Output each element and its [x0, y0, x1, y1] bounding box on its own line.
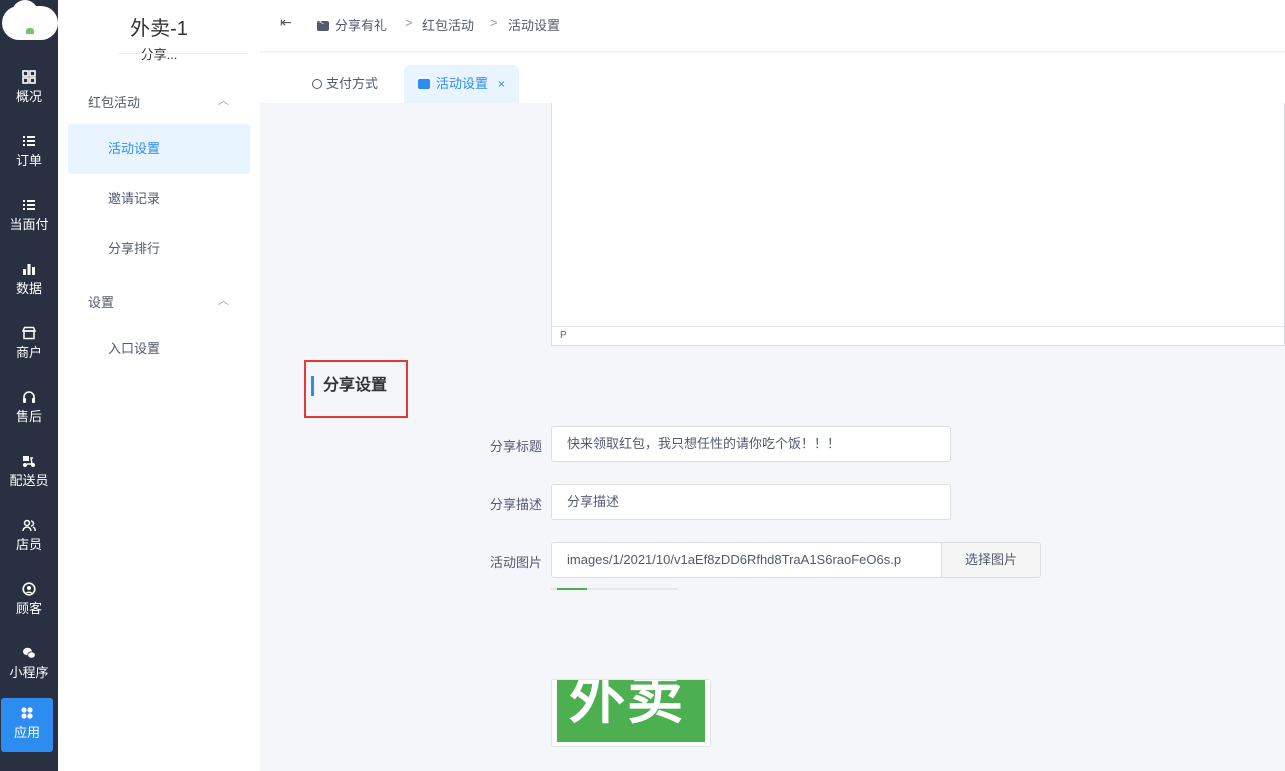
secondary-sidebar: 外卖-1 分享... 红包活动 ︿ 活动设置 邀请记录 分享排行 设置 ︿ 入口…	[58, 0, 260, 771]
sidebar-item-activity-settings[interactable]: 活动设置	[68, 124, 250, 174]
breadcrumb-label: 分享有礼	[335, 18, 388, 33]
tab-payment-method[interactable]: 支付方式	[298, 65, 392, 103]
breadcrumb-item-red-packet[interactable]: 红包活动	[422, 15, 474, 34]
preview-image: 外卖	[557, 680, 705, 742]
store-icon	[22, 326, 36, 340]
list-icon	[23, 136, 35, 146]
activity-image-preview[interactable]: 外卖	[551, 679, 711, 747]
preview-image-text: 外卖	[569, 680, 685, 730]
share-icon	[317, 17, 329, 31]
sidebar-item-share-ranking[interactable]: 分享排行	[68, 224, 250, 274]
close-icon[interactable]: ×	[498, 77, 505, 91]
page-tabs-bar: 支付方式 活动设置 ×	[260, 53, 1285, 103]
bar-chart-icon	[23, 264, 35, 275]
rail-item-label: 应用	[13, 725, 40, 740]
share-title-label: 分享标题	[489, 439, 542, 454]
rail-item-customers[interactable]: 顾客	[0, 574, 58, 630]
rail-item-label: 商户	[15, 345, 42, 360]
sidebar-group-red-packet[interactable]: 红包活动	[88, 92, 140, 111]
rail-item-data[interactable]: 数据	[0, 254, 58, 310]
rail-item-miniprogram[interactable]: 小程序	[0, 638, 58, 694]
breadcrumb-item-current: 活动设置	[508, 18, 561, 33]
sidebar-item-entry-settings[interactable]: 入口设置	[68, 324, 250, 374]
chevron-up-icon[interactable]: ︿	[218, 292, 229, 308]
share-desc-label: 分享描述	[489, 497, 542, 512]
rail-item-label: 店员	[15, 537, 42, 552]
sidebar-group-settings[interactable]: 设置	[88, 292, 114, 311]
rail-item-after-sales[interactable]: 售后	[0, 382, 58, 438]
rail-item-staff[interactable]: 店员	[0, 510, 58, 566]
user-circle-icon	[22, 582, 36, 596]
rail-item-orders[interactable]: 订单	[0, 126, 58, 182]
rail-item-courier[interactable]: 配送员	[0, 446, 58, 502]
cloud-logo-icon	[2, 0, 58, 40]
users-icon	[22, 519, 36, 532]
sidebar-item-invite-records[interactable]: 邀请记录	[68, 174, 250, 224]
share-desc-input[interactable]: 分享描述	[551, 484, 951, 520]
rail-item-label: 配送员	[9, 473, 49, 488]
editor-status-bar: P	[552, 326, 1284, 345]
select-image-button[interactable]: 选择图片	[941, 542, 1041, 578]
image-preview-indicator	[551, 588, 677, 590]
rail-item-label: 顾客	[15, 601, 42, 616]
headset-icon	[23, 391, 35, 403]
tab-activity-settings[interactable]: 活动设置 ×	[404, 65, 520, 103]
rich-text-editor[interactable]: P	[551, 103, 1285, 346]
scooter-icon	[23, 456, 35, 467]
apps-icon	[21, 707, 33, 719]
sidebar-divider	[118, 53, 248, 54]
wechat-icon	[23, 647, 36, 659]
share-title-input[interactable]: 快来领取红包，我只想任性的请你吃个饭！！！	[551, 426, 951, 462]
tab-label: 活动设置	[436, 76, 489, 91]
main-nav-rail: 概况 订单 当面付 数据 商户 售后 配送员 店员 顾客 小程序 应用	[0, 0, 58, 771]
activity-image-path-input[interactable]: images/1/2021/10/v1aEf8zDD6Rfhd8TraA1S6r…	[551, 542, 942, 578]
top-header: ⇤ 分享有礼 > 红包活动 > 活动设置	[260, 0, 1285, 52]
logo-mark-icon	[26, 28, 34, 34]
chevron-up-icon[interactable]: ︿	[218, 92, 229, 108]
rail-item-label: 当面付	[9, 217, 49, 232]
breadcrumb-separator: >	[405, 15, 413, 30]
share-icon	[418, 79, 430, 89]
rail-item-label: 概况	[15, 89, 42, 104]
rail-item-label: 小程序	[9, 665, 49, 680]
shop-name: 外卖-1	[130, 18, 188, 40]
activity-image-label: 活动图片	[489, 555, 542, 570]
rail-item-overview[interactable]: 概况	[0, 62, 58, 118]
grid-icon	[22, 70, 36, 84]
rail-item-label: 订单	[15, 153, 42, 168]
rail-item-merchant[interactable]: 商户	[0, 318, 58, 374]
app-logo[interactable]	[0, 0, 58, 48]
breadcrumb-item-share[interactable]: 分享有礼	[317, 15, 387, 34]
rail-item-face-pay[interactable]: 当面付	[0, 190, 58, 246]
rail-item-apps[interactable]: 应用	[1, 698, 53, 752]
list-icon	[23, 200, 35, 210]
breadcrumb-separator: >	[490, 15, 498, 30]
tab-label: 支付方式	[326, 76, 379, 91]
rail-item-label: 数据	[15, 281, 42, 296]
user-pay-icon	[312, 79, 322, 89]
main-content: P 分享设置 分享标题 快来领取红包，我只想任性的请你吃个饭！！！ 分享描述 分…	[280, 103, 1285, 771]
section-title: 分享设置	[311, 376, 387, 396]
collapse-menu-icon[interactable]: ⇤	[280, 14, 292, 31]
rail-item-label: 售后	[15, 409, 42, 424]
